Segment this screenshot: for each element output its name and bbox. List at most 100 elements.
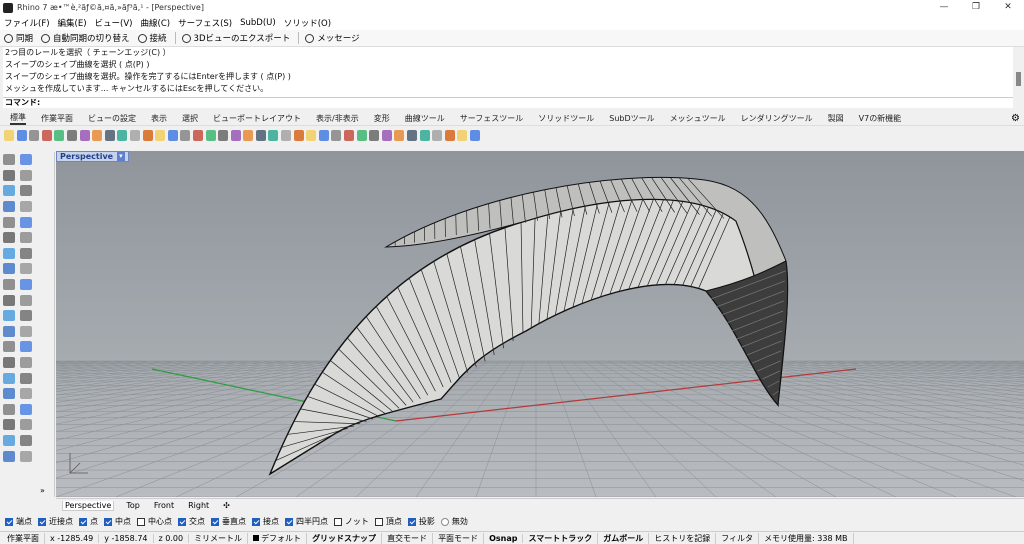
add-viewport-icon[interactable]: ✣ (221, 501, 232, 510)
perspective-viewport[interactable]: Perspective ▾ (56, 151, 1024, 497)
tool-icon[interactable] (3, 247, 15, 259)
export-3d-view-button[interactable]: 3Dビューのエクスポート (181, 32, 290, 44)
osnap-checkbox[interactable] (104, 517, 112, 526)
viewport-menu-icon[interactable]: ▾ (117, 152, 125, 161)
tool-icon[interactable] (20, 185, 32, 197)
tool-icon[interactable] (3, 388, 15, 400)
tool-icon[interactable] (20, 341, 32, 353)
tool-icon[interactable] (3, 310, 15, 322)
tool-icon[interactable] (20, 325, 32, 337)
grid-snap-toggle[interactable]: グリッドスナップ (307, 532, 383, 544)
tab-right[interactable]: Right (186, 501, 211, 510)
osnap-checkbox[interactable] (211, 517, 219, 526)
standard-tool-icon[interactable] (444, 130, 455, 141)
standard-tool-icon[interactable] (432, 130, 443, 141)
scrollbar-thumb[interactable] (1016, 72, 1021, 86)
tool-icon[interactable] (20, 450, 32, 462)
tab-8[interactable]: 曲線ツール (405, 113, 445, 124)
tab-15[interactable]: V7の新機能 (859, 113, 902, 124)
standard-tool-icon[interactable] (54, 130, 65, 141)
standard-tool-icon[interactable] (4, 130, 14, 141)
standard-tool-icon[interactable] (293, 130, 304, 141)
osnap-checkbox[interactable] (79, 517, 87, 526)
message-button[interactable]: メッセージ (305, 32, 360, 44)
osnap-7[interactable]: 接点 (252, 516, 279, 527)
standard-tool-icon[interactable] (344, 130, 355, 141)
tab-7[interactable]: 変形 (374, 113, 390, 124)
tool-icon[interactable] (3, 232, 15, 244)
osnap-checkbox[interactable] (178, 517, 186, 526)
standard-tool-icon[interactable] (66, 130, 77, 141)
tool-icon[interactable] (20, 232, 32, 244)
tool-icon[interactable] (20, 294, 32, 306)
osnap-6[interactable]: 垂直点 (211, 516, 246, 527)
osnap-checkbox[interactable] (407, 517, 416, 526)
minimize-button[interactable]: — (928, 0, 960, 15)
tab-4[interactable]: 選択 (182, 113, 198, 124)
standard-tool-icon[interactable] (205, 130, 216, 141)
restore-button[interactable]: ❐ (960, 0, 992, 15)
tool-icon[interactable] (20, 216, 32, 228)
osnap-checkbox[interactable] (252, 517, 260, 526)
standard-tool-icon[interactable] (268, 130, 279, 141)
osnap-checkbox[interactable] (38, 517, 46, 526)
tool-icon[interactable] (20, 403, 32, 415)
standard-tool-icon[interactable] (318, 130, 329, 141)
standard-tool-icon[interactable] (243, 130, 254, 141)
cplane-status[interactable]: 作業平面 (2, 532, 45, 544)
menu-subd[interactable]: SubD(U) (240, 18, 276, 28)
standard-tool-icon[interactable] (218, 130, 229, 141)
standard-tool-icon[interactable] (230, 130, 241, 141)
record-history-toggle[interactable]: ヒストリを記録 (649, 532, 717, 544)
standard-tool-icon[interactable] (281, 130, 292, 141)
tool-icon[interactable] (3, 341, 15, 353)
standard-tool-icon[interactable] (394, 130, 405, 141)
standard-tool-icon[interactable] (155, 130, 166, 141)
tool-icon[interactable] (3, 325, 15, 337)
tab-0[interactable]: 標準 (10, 112, 26, 125)
osnap-8[interactable]: 四半円点 (285, 516, 328, 527)
standard-tool-icon[interactable] (331, 130, 342, 141)
smarttrack-toggle[interactable]: スマートトラック (523, 532, 599, 544)
tool-icon[interactable] (20, 263, 32, 275)
standard-tool-icon[interactable] (16, 130, 27, 141)
disable-radio[interactable] (440, 517, 449, 526)
standard-tool-icon[interactable] (180, 130, 191, 141)
viewport-title[interactable]: Perspective ▾ (56, 151, 129, 162)
tab-14[interactable]: 製図 (828, 113, 844, 124)
tool-icon[interactable] (20, 434, 32, 446)
tool-icon[interactable] (3, 169, 15, 181)
tool-icon[interactable] (20, 357, 32, 369)
tool-icon[interactable] (20, 247, 32, 259)
planar-toggle[interactable]: 平面モード (433, 532, 485, 544)
standard-tool-icon[interactable] (92, 130, 103, 141)
tool-icon[interactable] (20, 154, 32, 166)
osnap-5[interactable]: 交点 (178, 516, 205, 527)
units-status[interactable]: ミリメートル (189, 532, 249, 544)
tool-icon[interactable] (3, 294, 15, 306)
menu-file[interactable]: ファイル(F) (4, 17, 50, 29)
command-input[interactable] (43, 98, 943, 107)
menu-view[interactable]: ビュー(V) (95, 17, 133, 29)
tool-icon[interactable] (20, 419, 32, 431)
tab-perspective[interactable]: Perspective (62, 500, 115, 511)
close-button[interactable]: ✕ (992, 0, 1024, 15)
standard-tool-icon[interactable] (255, 130, 266, 141)
tool-icon[interactable] (3, 419, 15, 431)
standard-tool-icon[interactable] (104, 130, 115, 141)
standard-tool-icon[interactable] (41, 130, 52, 141)
tool-icon[interactable] (3, 434, 15, 446)
tab-12[interactable]: メッシュツール (670, 113, 726, 124)
history-scrollbar[interactable] (1013, 47, 1024, 97)
standard-tool-icon[interactable] (192, 130, 203, 141)
standard-tool-icon[interactable] (306, 130, 317, 141)
standard-tool-icon[interactable] (457, 130, 468, 141)
standard-tool-icon[interactable] (419, 130, 430, 141)
osnap-3[interactable]: 中点 (104, 516, 131, 527)
tool-icon[interactable] (20, 310, 32, 322)
standard-tool-icon[interactable] (117, 130, 128, 141)
tool-icon[interactable] (20, 279, 32, 291)
tool-icon[interactable] (20, 201, 32, 213)
tab-5[interactable]: ビューポートレイアウト (213, 113, 301, 124)
osnap-4[interactable]: 中心点 (137, 516, 172, 527)
